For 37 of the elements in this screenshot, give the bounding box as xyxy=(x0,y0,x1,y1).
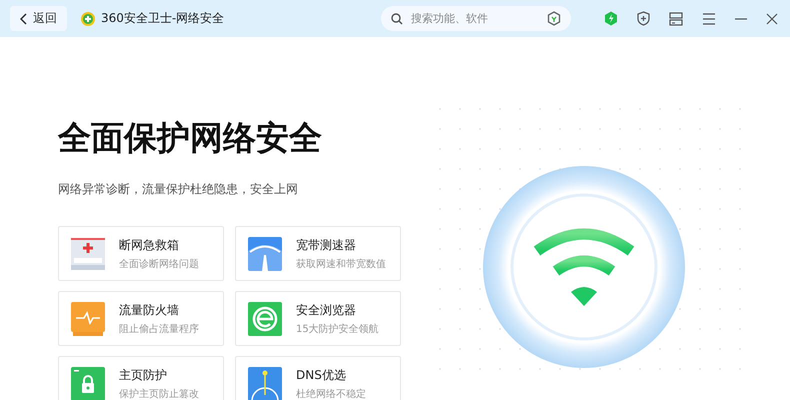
tool-card[interactable]: 流量防火墙 阻止偷占流量程序 xyxy=(58,291,224,346)
first-aid-kit-icon xyxy=(71,238,105,270)
tool-card[interactable]: 宽带测速器 获取网速和带宽数值 xyxy=(235,226,401,281)
menu-icon[interactable] xyxy=(702,12,716,24)
tool-card[interactable]: 安全浏览器 15大防护安全领航 xyxy=(235,291,401,346)
tool-description: 全面诊断网络问题 xyxy=(119,258,199,270)
tool-description: 阻止偷占流量程序 xyxy=(119,322,199,336)
shield-icon[interactable] xyxy=(637,11,650,26)
speedometer-icon xyxy=(248,236,282,270)
close-icon[interactable] xyxy=(766,12,778,24)
tool-name: 主页防护 xyxy=(119,366,168,384)
page-title: 全面保护网络安全 xyxy=(58,117,323,159)
tool-name: 宽带测速器 xyxy=(296,236,357,254)
tool-description: 杜绝网络不稳定 xyxy=(296,388,366,400)
browser-icon xyxy=(248,302,282,336)
tool-name: DNS优选 xyxy=(296,366,347,384)
tool-card[interactable]: 主页防护 保护主页防止篡改 xyxy=(58,356,224,400)
window-title: 360安全卫士-网络安全 xyxy=(101,10,224,27)
tool-card[interactable]: 断网急救箱 全面诊断网络问题 xyxy=(58,226,224,281)
search-icon xyxy=(391,12,403,24)
tool-name: 断网急救箱 xyxy=(119,236,180,254)
search-field[interactable]: 搜索功能、软件 xyxy=(409,11,541,26)
hexagon-icon[interactable] xyxy=(547,11,561,26)
layout-icon[interactable] xyxy=(669,12,683,26)
back-button[interactable]: 返回 xyxy=(10,6,67,31)
pulse-monitor-icon xyxy=(71,302,105,336)
tool-description: 保护主页防止篡改 xyxy=(119,388,199,400)
tool-description: 15大防护安全领航 xyxy=(296,322,379,336)
tool-card[interactable]: DNS优选 杜绝网络不稳定 xyxy=(235,356,401,400)
tool-name: 流量防火墙 xyxy=(119,302,180,318)
tool-description: 获取网速和带宽数值 xyxy=(296,258,386,270)
tool-name: 安全浏览器 xyxy=(296,302,357,318)
logo-icon xyxy=(81,12,95,26)
minimize-icon[interactable] xyxy=(735,18,747,20)
page-subtitle: 网络异常诊断，流量保护杜绝隐患，安全上网 xyxy=(58,181,299,198)
chevron-left-icon xyxy=(20,12,28,24)
search-bar[interactable]: 搜索功能、软件 xyxy=(381,6,571,31)
